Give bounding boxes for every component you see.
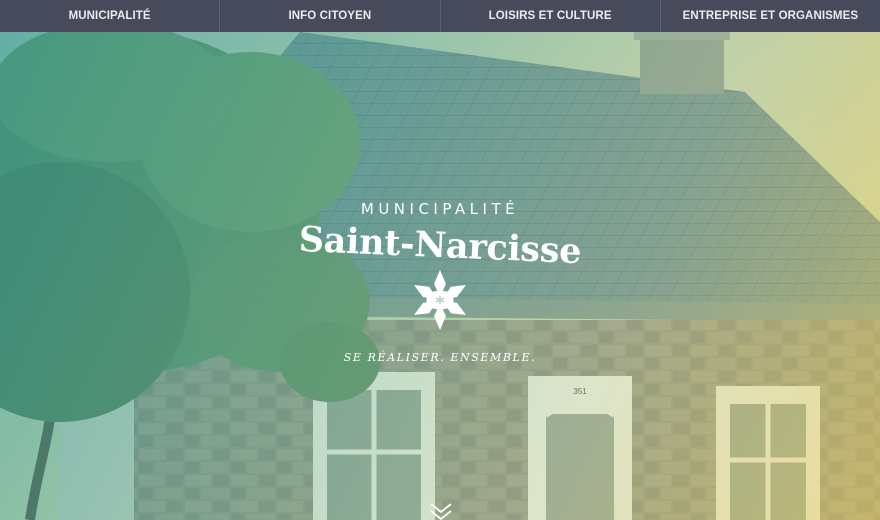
hero-banner: 351 MUNICIPALITÉ Saint-Narcisse bbox=[0, 32, 880, 520]
nav-item-municipalite[interactable]: MUNICIPALITÉ bbox=[0, 0, 219, 32]
chevron-down-icon[interactable] bbox=[428, 500, 454, 520]
main-nav: MUNICIPALITÉ INFO CITOYEN LOISIRS ET CUL… bbox=[0, 0, 880, 32]
nav-item-info-citoyen[interactable]: INFO CITOYEN bbox=[219, 0, 439, 32]
nav-item-loisirs-culture[interactable]: LOISIRS ET CULTURE bbox=[439, 0, 660, 32]
slogan: SE RÉALISER. ENSEMBLE. bbox=[343, 351, 537, 364]
flower-icon bbox=[414, 270, 466, 330]
nav-item-entreprise-organismes[interactable]: ENTREPRISE ET ORGANISMES bbox=[659, 0, 880, 32]
municipality-logo: MUNICIPALITÉ Saint-Narcisse SE RÉALISER.… bbox=[0, 32, 880, 520]
